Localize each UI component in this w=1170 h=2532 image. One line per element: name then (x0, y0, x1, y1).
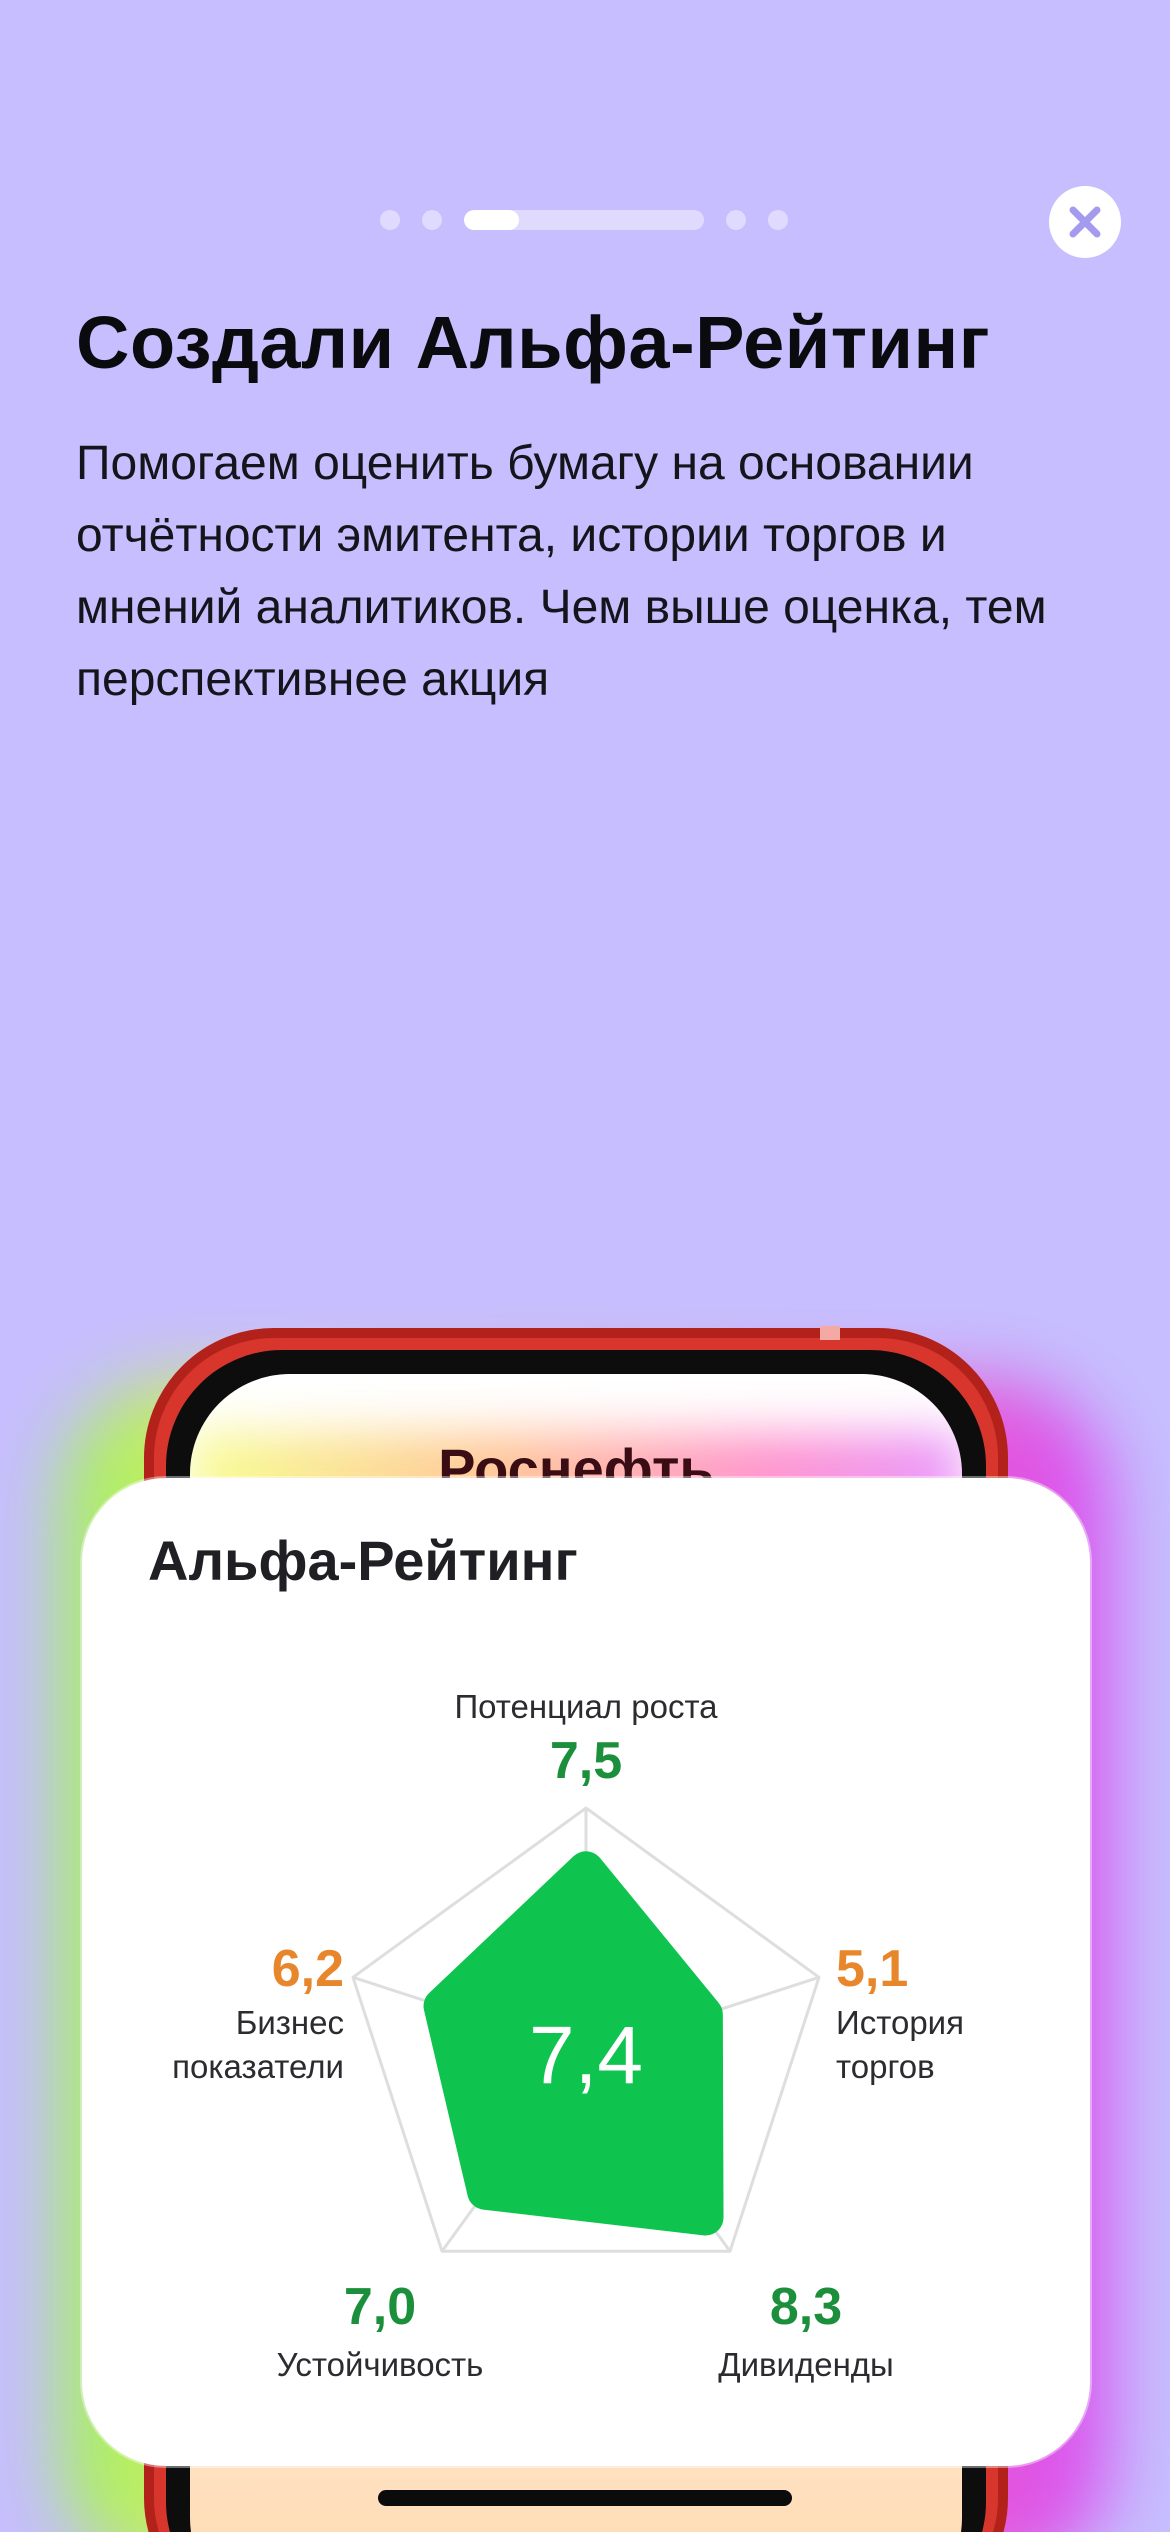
story-progress (380, 210, 788, 230)
radar-value-growth: 7,5 (550, 1732, 622, 1790)
radar-value-stability: 7,0 (344, 2278, 416, 2336)
radar-value-dividends: 8,3 (770, 2278, 842, 2336)
home-indicator (378, 2490, 792, 2506)
radar-label-history: История (836, 2004, 964, 2041)
radar-label-stability: Устойчивость (277, 2346, 484, 2383)
story-title: Создали Альфа-Рейтинг (76, 301, 991, 384)
radar-value-history: 5,1 (836, 1940, 908, 1998)
phone-edge-highlight (820, 1326, 840, 1340)
story-screen: Создали Альфа-Рейтинг Помогаем оценить б… (0, 0, 1170, 2532)
radar-label-business: Бизнес (236, 2004, 344, 2041)
close-icon (1069, 206, 1101, 238)
progress-step-fill (464, 210, 520, 230)
progress-step (380, 210, 400, 230)
progress-step (422, 210, 442, 230)
story-description: Помогаем оценить бумагу на основании отч… (76, 437, 1047, 706)
progress-step-active (464, 210, 704, 230)
progress-step (726, 210, 746, 230)
rating-radar-chart: 7,4 7,5 Потенциал роста 5,1 История торгов 8,3… (172, 1688, 964, 2383)
progress-step (768, 210, 788, 230)
radar-value-business: 6,2 (272, 1940, 344, 1998)
radar-label-business: показатели (172, 2048, 344, 2085)
radar-label-history: торгов (836, 2048, 935, 2085)
radar-total-score: 7,4 (529, 2010, 643, 2101)
radar-label-dividends: Дивиденды (718, 2346, 894, 2383)
radar-label-growth: Потенциал роста (454, 1688, 718, 1725)
rating-card: Альфа-Рейтинг 7,4 7,5 Потенциал роста 5,1 Ис… (82, 1478, 1090, 2466)
close-button[interactable] (1049, 186, 1121, 258)
